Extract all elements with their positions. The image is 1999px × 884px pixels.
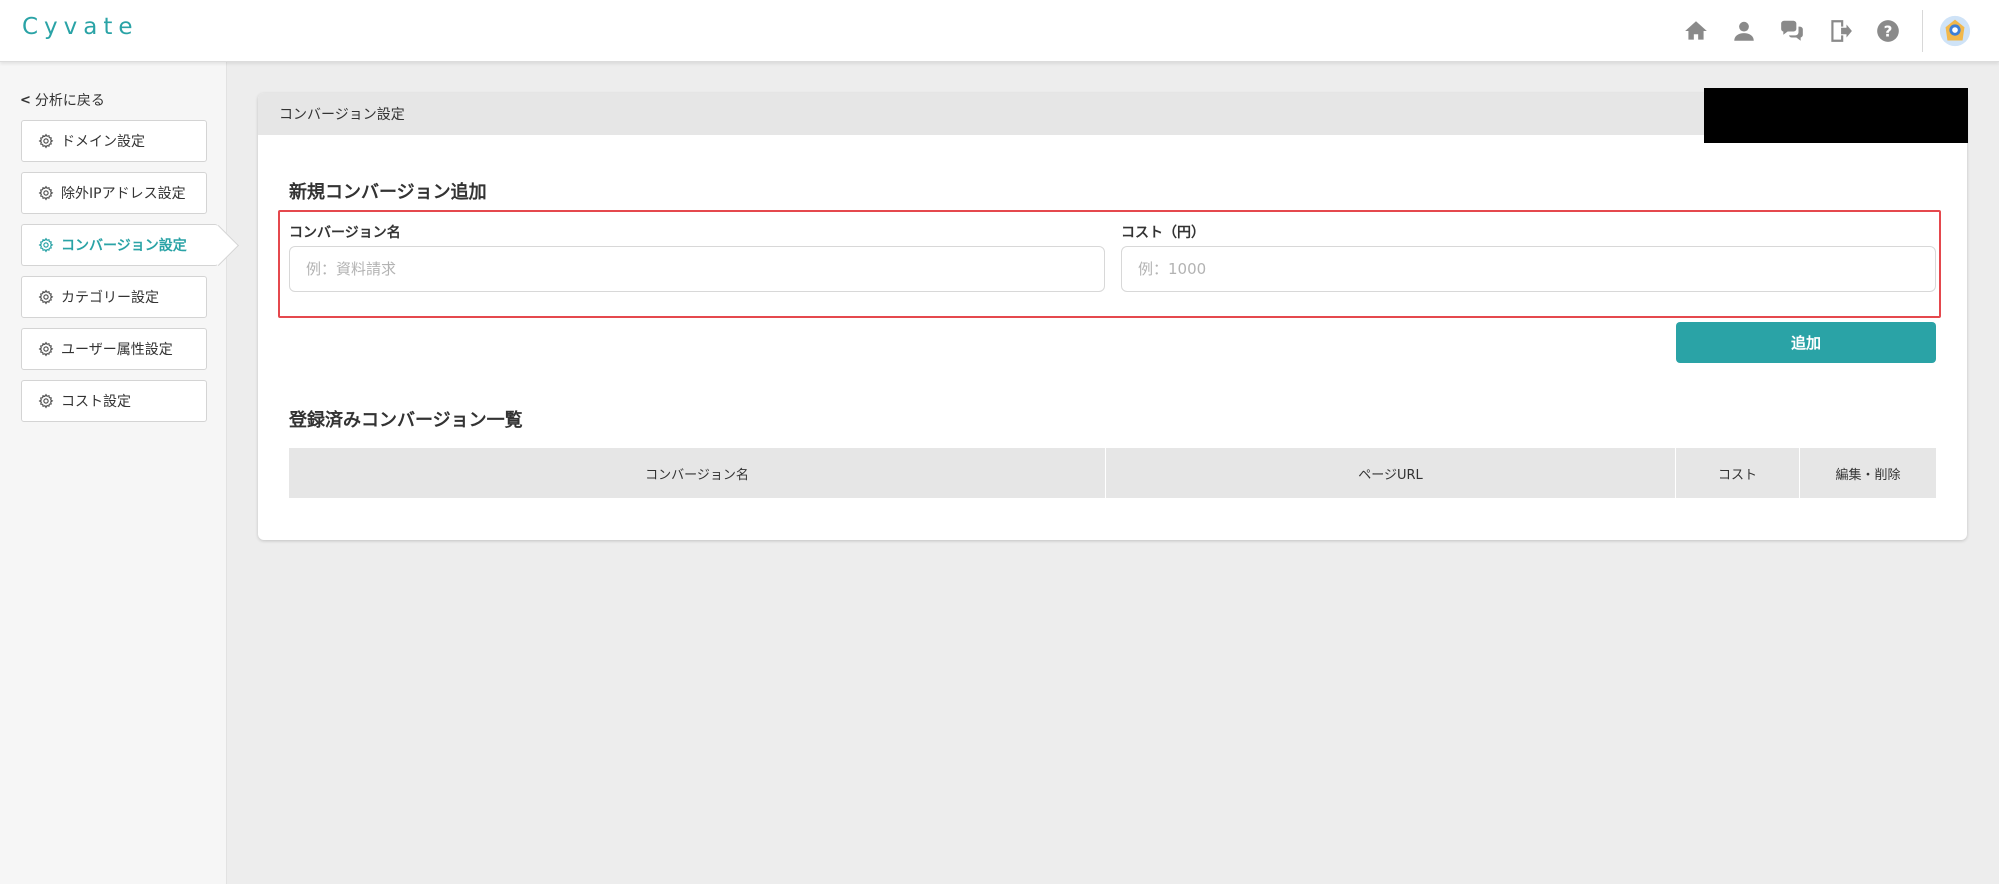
new-conversion-heading: 新規コンバージョン追加 bbox=[289, 182, 487, 203]
gear-icon bbox=[38, 393, 54, 409]
cost-input[interactable] bbox=[1121, 246, 1936, 292]
conversion-settings-card: コンバージョン設定 新規コンバージョン追加 コンバージョン名 コスト（円） 追加… bbox=[258, 93, 1967, 540]
gear-icon bbox=[38, 133, 54, 149]
sidebar-item-category[interactable]: カテゴリー設定 bbox=[21, 276, 207, 318]
help-icon[interactable]: ? bbox=[1864, 10, 1912, 52]
gear-icon bbox=[38, 237, 54, 253]
add-button[interactable]: 追加 bbox=[1676, 322, 1936, 363]
sidebar-item-label: カテゴリー設定 bbox=[61, 290, 159, 306]
registered-conversions-heading: 登録済みコンバージョン一覧 bbox=[289, 410, 523, 431]
svg-text:?: ? bbox=[1884, 22, 1893, 40]
sidebar-item-excluded-ip[interactable]: 除外IPアドレス設定 bbox=[21, 172, 207, 214]
settings-sidebar: < 分析に戻る ドメイン設定 除外IPアドレス設定 コンバージョン設定 カテゴリ… bbox=[0, 62, 227, 884]
cost-label: コスト（円） bbox=[1121, 225, 1205, 241]
sidebar-item-label: ドメイン設定 bbox=[61, 134, 145, 150]
sidebar-item-user-attribute[interactable]: ユーザー属性設定 bbox=[21, 328, 207, 370]
column-header-page-url[interactable]: ページURL bbox=[1106, 448, 1676, 498]
logout-icon[interactable] bbox=[1816, 10, 1864, 52]
sidebar-item-domain[interactable]: ドメイン設定 bbox=[21, 120, 207, 162]
conversion-table-header: コンバージョン名 ページURL コスト 編集・削除 bbox=[289, 448, 1936, 498]
sidebar-item-cost[interactable]: コスト設定 bbox=[21, 380, 207, 422]
home-icon[interactable] bbox=[1672, 10, 1720, 52]
chevron-left-icon: < bbox=[20, 92, 31, 108]
redacted-block bbox=[1704, 88, 1968, 143]
avatar-icon[interactable] bbox=[1937, 13, 1973, 49]
gear-icon bbox=[38, 341, 54, 357]
back-link-label: 分析に戻る bbox=[34, 93, 105, 109]
conversion-name-label: コンバージョン名 bbox=[289, 225, 401, 241]
top-header: Cyvate ? bbox=[0, 0, 1999, 62]
back-to-analysis-link[interactable]: < 分析に戻る bbox=[20, 90, 105, 110]
sidebar-item-label: 除外IPアドレス設定 bbox=[61, 186, 186, 202]
sidebar-item-label: ユーザー属性設定 bbox=[61, 342, 173, 358]
gear-icon bbox=[38, 185, 54, 201]
sidebar-item-label: コンバージョン設定 bbox=[61, 238, 187, 254]
sidebar-item-conversion[interactable]: コンバージョン設定 bbox=[21, 224, 218, 266]
user-icon[interactable] bbox=[1720, 10, 1768, 52]
column-header-conversion-name[interactable]: コンバージョン名 bbox=[289, 448, 1106, 498]
header-icon-bar: ? bbox=[1672, 10, 1973, 52]
gear-icon bbox=[38, 289, 54, 305]
column-header-cost[interactable]: コスト bbox=[1676, 448, 1800, 498]
chat-icon[interactable] bbox=[1768, 10, 1816, 52]
conversion-name-input[interactable] bbox=[289, 246, 1105, 292]
column-header-edit-delete: 編集・削除 bbox=[1835, 467, 1901, 483]
sidebar-item-label: コスト設定 bbox=[61, 394, 131, 410]
app-logo[interactable]: Cyvate bbox=[22, 14, 139, 40]
header-divider bbox=[1922, 10, 1923, 52]
